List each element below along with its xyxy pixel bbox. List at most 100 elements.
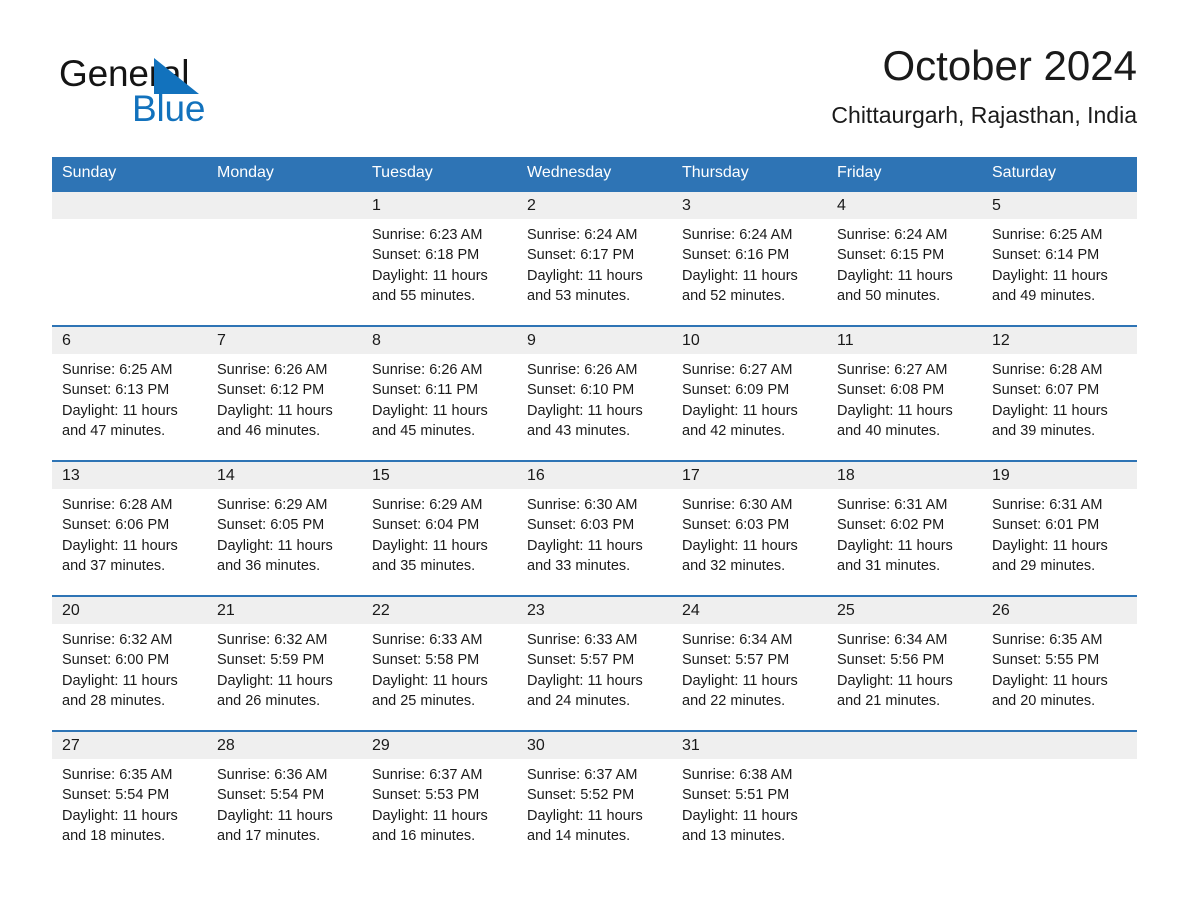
day-details: Sunrise: 6:27 AM Sunset: 6:08 PM Daylight:… bbox=[827, 354, 982, 441]
sunrise-text: Sunrise: 6:32 AM bbox=[62, 632, 173, 648]
day-cell-content: 31 Sunrise: 6:38 AM Sunset: 5:51 PM Dayligh… bbox=[672, 732, 827, 865]
sunrise-text: Sunrise: 6:34 AM bbox=[682, 632, 793, 648]
calendar-day-cell[interactable]: 5 Sunrise: 6:25 AM Sunset: 6:14 PM Daylight… bbox=[982, 190, 1137, 326]
day-details: Sunrise: 6:37 AM Sunset: 5:53 PM Daylight:… bbox=[362, 759, 517, 846]
day-cell-content: 22 Sunrise: 6:33 AM Sunset: 5:58 PM Dayligh… bbox=[362, 597, 517, 730]
day-cell-content bbox=[827, 732, 982, 865]
calendar-day-cell[interactable]: 31 Sunrise: 6:38 AM Sunset: 5:51 PM Dayligh… bbox=[672, 730, 827, 865]
day-number: 3 bbox=[672, 192, 827, 219]
title-block: October 2024 Chittaurgarh, Rajasthan, In… bbox=[831, 40, 1137, 130]
calendar-day-cell[interactable]: 25 Sunrise: 6:34 AM Sunset: 5:56 PM Dayligh… bbox=[827, 595, 982, 731]
calendar-week-row: 13 Sunrise: 6:28 AM Sunset: 6:06 PM Dayligh… bbox=[52, 460, 1137, 596]
sunset-text: Sunset: 5:57 PM bbox=[527, 652, 635, 669]
sunrise-text: Sunrise: 6:27 AM bbox=[682, 362, 793, 378]
calendar-day-cell[interactable]: 24 Sunrise: 6:34 AM Sunset: 5:57 PM Dayligh… bbox=[672, 595, 827, 731]
day-cell-content: 19 Sunrise: 6:31 AM Sunset: 6:01 PM Dayligh… bbox=[982, 462, 1137, 595]
sunrise-text: Sunrise: 6:36 AM bbox=[217, 767, 328, 783]
day-number: 1 bbox=[362, 192, 517, 219]
day-number: 12 bbox=[982, 327, 1137, 354]
daylight-text: Daylight: 11 hours and 22 minutes. bbox=[682, 672, 798, 709]
sunset-text: Sunset: 5:56 PM bbox=[837, 652, 945, 669]
sunrise-text: Sunrise: 6:28 AM bbox=[62, 497, 173, 513]
calendar-day-cell[interactable]: 27 Sunrise: 6:35 AM Sunset: 5:54 PM Dayligh… bbox=[52, 730, 207, 865]
calendar-day-cell[interactable]: 11 Sunrise: 6:27 AM Sunset: 6:08 PM Dayligh… bbox=[827, 325, 982, 461]
sunset-text: Sunset: 5:55 PM bbox=[992, 652, 1100, 669]
day-details: Sunrise: 6:30 AM Sunset: 6:03 PM Daylight:… bbox=[517, 489, 672, 576]
sunrise-text: Sunrise: 6:24 AM bbox=[682, 227, 793, 243]
day-details: Sunrise: 6:32 AM Sunset: 6:00 PM Daylight:… bbox=[52, 624, 207, 711]
daylight-text: Daylight: 11 hours and 33 minutes. bbox=[527, 537, 643, 574]
calendar-day-cell[interactable]: 28 Sunrise: 6:36 AM Sunset: 5:54 PM Dayligh… bbox=[207, 730, 362, 865]
calendar-day-cell[interactable]: 1 Sunrise: 6:23 AM Sunset: 6:18 PM Daylight… bbox=[362, 190, 517, 326]
daylight-text: Daylight: 11 hours and 17 minutes. bbox=[217, 807, 333, 844]
daylight-text: Daylight: 11 hours and 36 minutes. bbox=[217, 537, 333, 574]
calendar-day-cell[interactable]: 2 Sunrise: 6:24 AM Sunset: 6:17 PM Daylight… bbox=[517, 190, 672, 326]
sunrise-text: Sunrise: 6:26 AM bbox=[217, 362, 328, 378]
weekday-header-wednesday: Wednesday bbox=[517, 157, 672, 191]
calendar-day-cell[interactable]: 6 Sunrise: 6:25 AM Sunset: 6:13 PM Daylight… bbox=[52, 325, 207, 461]
calendar-day-cell[interactable]: 14 Sunrise: 6:29 AM Sunset: 6:05 PM Dayligh… bbox=[207, 460, 362, 596]
day-details: Sunrise: 6:32 AM Sunset: 5:59 PM Daylight:… bbox=[207, 624, 362, 711]
day-cell-content bbox=[982, 732, 1137, 865]
calendar-day-cell[interactable]: 3 Sunrise: 6:24 AM Sunset: 6:16 PM Daylight… bbox=[672, 190, 827, 326]
calendar-day-cell[interactable]: 22 Sunrise: 6:33 AM Sunset: 5:58 PM Dayligh… bbox=[362, 595, 517, 731]
calendar-day-cell bbox=[982, 730, 1137, 865]
calendar-day-cell[interactable]: 18 Sunrise: 6:31 AM Sunset: 6:02 PM Dayligh… bbox=[827, 460, 982, 596]
day-cell-content: 16 Sunrise: 6:30 AM Sunset: 6:03 PM Dayligh… bbox=[517, 462, 672, 595]
calendar-day-cell[interactable]: 20 Sunrise: 6:32 AM Sunset: 6:00 PM Dayligh… bbox=[52, 595, 207, 731]
calendar-day-cell[interactable]: 21 Sunrise: 6:32 AM Sunset: 5:59 PM Dayligh… bbox=[207, 595, 362, 731]
calendar-day-cell[interactable]: 15 Sunrise: 6:29 AM Sunset: 6:04 PM Dayligh… bbox=[362, 460, 517, 596]
day-number: 26 bbox=[982, 597, 1137, 624]
sunset-text: Sunset: 6:02 PM bbox=[837, 517, 945, 534]
sunset-text: Sunset: 5:51 PM bbox=[682, 787, 790, 804]
daylight-text: Daylight: 11 hours and 18 minutes. bbox=[62, 807, 178, 844]
calendar-day-cell[interactable]: 7 Sunrise: 6:26 AM Sunset: 6:12 PM Daylight… bbox=[207, 325, 362, 461]
day-details: Sunrise: 6:24 AM Sunset: 6:17 PM Daylight:… bbox=[517, 219, 672, 306]
day-details: Sunrise: 6:31 AM Sunset: 6:02 PM Daylight:… bbox=[827, 489, 982, 576]
day-number: 17 bbox=[672, 462, 827, 489]
calendar-day-cell bbox=[827, 730, 982, 865]
day-details: Sunrise: 6:27 AM Sunset: 6:09 PM Daylight:… bbox=[672, 354, 827, 441]
day-details: Sunrise: 6:25 AM Sunset: 6:14 PM Daylight:… bbox=[982, 219, 1137, 306]
day-cell-content: 1 Sunrise: 6:23 AM Sunset: 6:18 PM Daylight… bbox=[362, 192, 517, 325]
day-cell-content: 10 Sunrise: 6:27 AM Sunset: 6:09 PM Dayligh… bbox=[672, 327, 827, 460]
calendar-day-cell[interactable]: 13 Sunrise: 6:28 AM Sunset: 6:06 PM Dayligh… bbox=[52, 460, 207, 596]
sunset-text: Sunset: 6:16 PM bbox=[682, 247, 790, 264]
calendar-day-cell[interactable]: 8 Sunrise: 6:26 AM Sunset: 6:11 PM Daylight… bbox=[362, 325, 517, 461]
sunset-text: Sunset: 5:54 PM bbox=[217, 787, 325, 804]
sunrise-text: Sunrise: 6:37 AM bbox=[527, 767, 638, 783]
page-header: General Blue October 2024 Chittaurgarh, … bbox=[52, 40, 1137, 150]
calendar-day-cell[interactable]: 9 Sunrise: 6:26 AM Sunset: 6:10 PM Daylight… bbox=[517, 325, 672, 461]
calendar-day-cell[interactable]: 26 Sunrise: 6:35 AM Sunset: 5:55 PM Dayligh… bbox=[982, 595, 1137, 731]
day-number: 31 bbox=[672, 732, 827, 759]
daylight-text: Daylight: 11 hours and 26 minutes. bbox=[217, 672, 333, 709]
day-details: Sunrise: 6:34 AM Sunset: 5:56 PM Daylight:… bbox=[827, 624, 982, 711]
calendar-day-cell[interactable]: 23 Sunrise: 6:33 AM Sunset: 5:57 PM Dayligh… bbox=[517, 595, 672, 731]
sunrise-text: Sunrise: 6:35 AM bbox=[992, 632, 1103, 648]
calendar-day-cell[interactable]: 17 Sunrise: 6:30 AM Sunset: 6:03 PM Dayligh… bbox=[672, 460, 827, 596]
daylight-text: Daylight: 11 hours and 42 minutes. bbox=[682, 402, 798, 439]
day-details: Sunrise: 6:28 AM Sunset: 6:06 PM Daylight:… bbox=[52, 489, 207, 576]
day-number: 5 bbox=[982, 192, 1137, 219]
daylight-text: Daylight: 11 hours and 24 minutes. bbox=[527, 672, 643, 709]
calendar-day-cell[interactable]: 10 Sunrise: 6:27 AM Sunset: 6:09 PM Dayligh… bbox=[672, 325, 827, 461]
daylight-text: Daylight: 11 hours and 45 minutes. bbox=[372, 402, 488, 439]
sunrise-text: Sunrise: 6:27 AM bbox=[837, 362, 948, 378]
sunset-text: Sunset: 6:13 PM bbox=[62, 382, 170, 399]
day-number: 9 bbox=[517, 327, 672, 354]
calendar-day-cell[interactable]: 29 Sunrise: 6:37 AM Sunset: 5:53 PM Dayligh… bbox=[362, 730, 517, 865]
day-details: Sunrise: 6:31 AM Sunset: 6:01 PM Daylight:… bbox=[982, 489, 1137, 576]
calendar-day-cell bbox=[52, 190, 207, 326]
sunrise-text: Sunrise: 6:24 AM bbox=[527, 227, 638, 243]
sunset-text: Sunset: 5:57 PM bbox=[682, 652, 790, 669]
day-number: 21 bbox=[207, 597, 362, 624]
calendar-day-cell[interactable]: 19 Sunrise: 6:31 AM Sunset: 6:01 PM Dayligh… bbox=[982, 460, 1137, 596]
calendar-day-cell[interactable]: 30 Sunrise: 6:37 AM Sunset: 5:52 PM Dayligh… bbox=[517, 730, 672, 865]
calendar-day-cell[interactable]: 12 Sunrise: 6:28 AM Sunset: 6:07 PM Dayligh… bbox=[982, 325, 1137, 461]
calendar-body: 1 Sunrise: 6:23 AM Sunset: 6:18 PM Daylight… bbox=[52, 190, 1137, 865]
day-number: 13 bbox=[52, 462, 207, 489]
calendar-day-cell[interactable]: 16 Sunrise: 6:30 AM Sunset: 6:03 PM Dayligh… bbox=[517, 460, 672, 596]
calendar-day-cell[interactable]: 4 Sunrise: 6:24 AM Sunset: 6:15 PM Daylight… bbox=[827, 190, 982, 326]
daylight-text: Daylight: 11 hours and 55 minutes. bbox=[372, 267, 488, 304]
day-number: 27 bbox=[52, 732, 207, 759]
